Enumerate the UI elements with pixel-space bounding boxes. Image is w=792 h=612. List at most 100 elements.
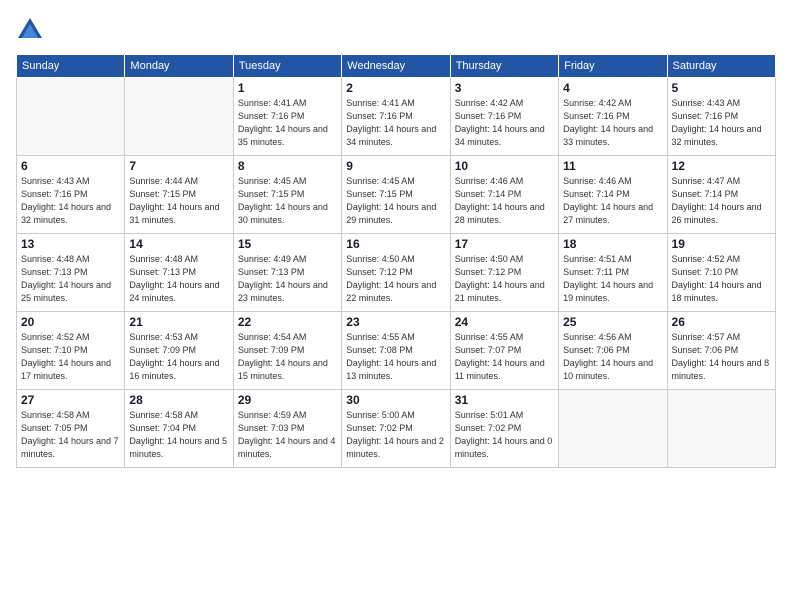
- day-number: 20: [21, 315, 120, 329]
- day-info: Sunrise: 4:55 AMSunset: 7:08 PMDaylight:…: [346, 331, 445, 383]
- weekday-header: Monday: [125, 55, 233, 78]
- day-info: Sunrise: 4:45 AMSunset: 7:15 PMDaylight:…: [238, 175, 337, 227]
- day-info: Sunrise: 4:50 AMSunset: 7:12 PMDaylight:…: [455, 253, 554, 305]
- day-number: 21: [129, 315, 228, 329]
- day-info: Sunrise: 4:58 AMSunset: 7:04 PMDaylight:…: [129, 409, 228, 461]
- calendar-cell: 10Sunrise: 4:46 AMSunset: 7:14 PMDayligh…: [450, 156, 558, 234]
- weekday-header: Saturday: [667, 55, 775, 78]
- page: SundayMondayTuesdayWednesdayThursdayFrid…: [0, 0, 792, 612]
- calendar-cell: 8Sunrise: 4:45 AMSunset: 7:15 PMDaylight…: [233, 156, 341, 234]
- day-number: 30: [346, 393, 445, 407]
- day-number: 31: [455, 393, 554, 407]
- day-info: Sunrise: 4:42 AMSunset: 7:16 PMDaylight:…: [455, 97, 554, 149]
- calendar-cell: [125, 78, 233, 156]
- calendar-cell: 18 Sunrise: 4:51 AMSunset: 7:11 PMDayligh…: [559, 234, 667, 312]
- day-number: 15: [238, 237, 337, 251]
- day-number: 25: [563, 315, 662, 329]
- day-number: 7: [129, 159, 228, 173]
- day-info: Sunrise: 4:58 AMSunset: 7:05 PMDaylight:…: [21, 409, 120, 461]
- calendar-cell: 4Sunrise: 4:42 AMSunset: 7:16 PMDaylight…: [559, 78, 667, 156]
- day-number: 10: [455, 159, 554, 173]
- calendar-cell: 6Sunrise: 4:43 AMSunset: 7:16 PMDaylight…: [17, 156, 125, 234]
- calendar-week-row: 27 Sunrise: 4:58 AMSunset: 7:05 PMDayligh…: [17, 390, 776, 468]
- calendar-cell: 5 Sunrise: 4:43 AMSunset: 7:16 PMDaylight…: [667, 78, 775, 156]
- day-number: 24: [455, 315, 554, 329]
- calendar-cell: 23 Sunrise: 4:55 AMSunset: 7:08 PMDayligh…: [342, 312, 450, 390]
- weekday-header-row: SundayMondayTuesdayWednesdayThursdayFrid…: [17, 55, 776, 78]
- day-info: Sunrise: 4:41 AMSunset: 7:16 PMDaylight:…: [346, 97, 445, 149]
- day-number: 11: [563, 159, 662, 173]
- header: [16, 16, 776, 44]
- day-number: 3: [455, 81, 554, 95]
- calendar-cell: 22 Sunrise: 4:54 AMSunset: 7:09 PMDayligh…: [233, 312, 341, 390]
- day-info: Sunrise: 4:53 AMSunset: 7:09 PMDaylight:…: [129, 331, 228, 383]
- day-number: 9: [346, 159, 445, 173]
- calendar-week-row: 6Sunrise: 4:43 AMSunset: 7:16 PMDaylight…: [17, 156, 776, 234]
- calendar-week-row: 20 Sunrise: 4:52 AMSunset: 7:10 PMDayligh…: [17, 312, 776, 390]
- calendar-cell: 24 Sunrise: 4:55 AMSunset: 7:07 PMDayligh…: [450, 312, 558, 390]
- calendar-cell: 25 Sunrise: 4:56 AMSunset: 7:06 PMDayligh…: [559, 312, 667, 390]
- day-info: Sunrise: 4:41 AMSunset: 7:16 PMDaylight:…: [238, 97, 337, 149]
- calendar-cell: 20 Sunrise: 4:52 AMSunset: 7:10 PMDayligh…: [17, 312, 125, 390]
- day-number: 1: [238, 81, 337, 95]
- day-info: Sunrise: 4:42 AMSunset: 7:16 PMDaylight:…: [563, 97, 662, 149]
- day-number: 23: [346, 315, 445, 329]
- calendar: SundayMondayTuesdayWednesdayThursdayFrid…: [16, 54, 776, 468]
- day-info: Sunrise: 4:52 AMSunset: 7:10 PMDaylight:…: [672, 253, 771, 305]
- day-info: Sunrise: 5:00 AMSunset: 7:02 PMDaylight:…: [346, 409, 445, 461]
- day-info: Sunrise: 4:50 AMSunset: 7:12 PMDaylight:…: [346, 253, 445, 305]
- day-number: 27: [21, 393, 120, 407]
- day-info: Sunrise: 4:47 AMSunset: 7:14 PMDaylight:…: [672, 175, 771, 227]
- day-info: Sunrise: 4:48 AMSunset: 7:13 PMDaylight:…: [129, 253, 228, 305]
- day-info: Sunrise: 4:51 AMSunset: 7:11 PMDaylight:…: [563, 253, 662, 305]
- day-number: 22: [238, 315, 337, 329]
- calendar-cell: 1 Sunrise: 4:41 AMSunset: 7:16 PMDaylight…: [233, 78, 341, 156]
- calendar-cell: 19Sunrise: 4:52 AMSunset: 7:10 PMDayligh…: [667, 234, 775, 312]
- day-info: Sunrise: 4:52 AMSunset: 7:10 PMDaylight:…: [21, 331, 120, 383]
- day-number: 5: [672, 81, 771, 95]
- day-number: 6: [21, 159, 120, 173]
- calendar-cell: [559, 390, 667, 468]
- calendar-cell: [17, 78, 125, 156]
- day-number: 16: [346, 237, 445, 251]
- calendar-cell: 2 Sunrise: 4:41 AMSunset: 7:16 PMDaylight…: [342, 78, 450, 156]
- day-info: Sunrise: 5:01 AMSunset: 7:02 PMDaylight:…: [455, 409, 554, 461]
- calendar-cell: 28Sunrise: 4:58 AMSunset: 7:04 PMDayligh…: [125, 390, 233, 468]
- day-info: Sunrise: 4:49 AMSunset: 7:13 PMDaylight:…: [238, 253, 337, 305]
- weekday-header: Friday: [559, 55, 667, 78]
- calendar-cell: 7 Sunrise: 4:44 AMSunset: 7:15 PMDaylight…: [125, 156, 233, 234]
- calendar-cell: 17Sunrise: 4:50 AMSunset: 7:12 PMDayligh…: [450, 234, 558, 312]
- calendar-week-row: 1 Sunrise: 4:41 AMSunset: 7:16 PMDaylight…: [17, 78, 776, 156]
- calendar-cell: 27 Sunrise: 4:58 AMSunset: 7:05 PMDayligh…: [17, 390, 125, 468]
- day-info: Sunrise: 4:55 AMSunset: 7:07 PMDaylight:…: [455, 331, 554, 383]
- day-info: Sunrise: 4:44 AMSunset: 7:15 PMDaylight:…: [129, 175, 228, 227]
- day-info: Sunrise: 4:54 AMSunset: 7:09 PMDaylight:…: [238, 331, 337, 383]
- logo-icon: [16, 16, 44, 44]
- day-number: 18: [563, 237, 662, 251]
- calendar-cell: 13 Sunrise: 4:48 AMSunset: 7:13 PMDayligh…: [17, 234, 125, 312]
- calendar-cell: 12Sunrise: 4:47 AMSunset: 7:14 PMDayligh…: [667, 156, 775, 234]
- calendar-cell: 3 Sunrise: 4:42 AMSunset: 7:16 PMDaylight…: [450, 78, 558, 156]
- calendar-week-row: 13 Sunrise: 4:48 AMSunset: 7:13 PMDayligh…: [17, 234, 776, 312]
- calendar-cell: 29 Sunrise: 4:59 AMSunset: 7:03 PMDayligh…: [233, 390, 341, 468]
- day-info: Sunrise: 4:43 AMSunset: 7:16 PMDaylight:…: [672, 97, 771, 149]
- weekday-header: Wednesday: [342, 55, 450, 78]
- day-info: Sunrise: 4:45 AMSunset: 7:15 PMDaylight:…: [346, 175, 445, 227]
- day-info: Sunrise: 4:57 AMSunset: 7:06 PMDaylight:…: [672, 331, 771, 383]
- day-info: Sunrise: 4:46 AMSunset: 7:14 PMDaylight:…: [563, 175, 662, 227]
- day-number: 29: [238, 393, 337, 407]
- calendar-cell: 15 Sunrise: 4:49 AMSunset: 7:13 PMDayligh…: [233, 234, 341, 312]
- calendar-cell: 21 Sunrise: 4:53 AMSunset: 7:09 PMDayligh…: [125, 312, 233, 390]
- day-info: Sunrise: 4:59 AMSunset: 7:03 PMDaylight:…: [238, 409, 337, 461]
- day-number: 13: [21, 237, 120, 251]
- day-number: 2: [346, 81, 445, 95]
- day-info: Sunrise: 4:56 AMSunset: 7:06 PMDaylight:…: [563, 331, 662, 383]
- day-info: Sunrise: 4:48 AMSunset: 7:13 PMDaylight:…: [21, 253, 120, 305]
- day-number: 14: [129, 237, 228, 251]
- calendar-cell: 9 Sunrise: 4:45 AMSunset: 7:15 PMDaylight…: [342, 156, 450, 234]
- calendar-cell: 31 Sunrise: 5:01 AMSunset: 7:02 PMDayligh…: [450, 390, 558, 468]
- logo: [16, 16, 48, 44]
- day-number: 26: [672, 315, 771, 329]
- calendar-cell: 26 Sunrise: 4:57 AMSunset: 7:06 PMDayligh…: [667, 312, 775, 390]
- weekday-header: Tuesday: [233, 55, 341, 78]
